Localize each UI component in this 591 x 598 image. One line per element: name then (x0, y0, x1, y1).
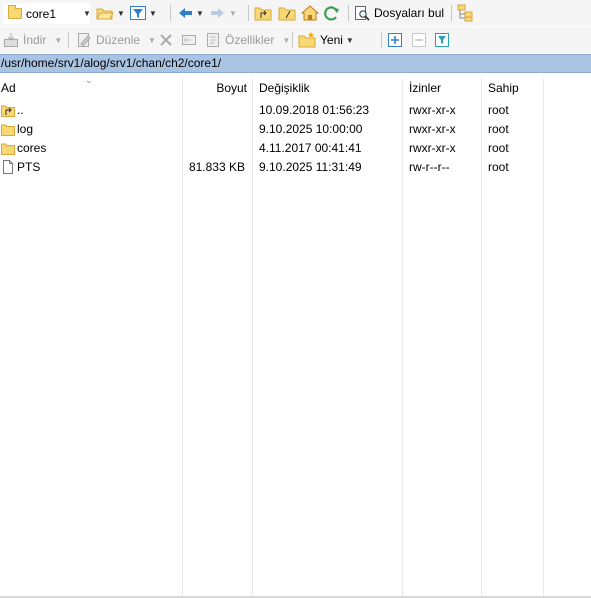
home-button[interactable] (301, 3, 319, 23)
find-files-button[interactable]: Dosyaları bul (354, 3, 444, 23)
table-row[interactable]: cores 4.11.2017 00:41:41 rwxr-xr-x root (0, 139, 591, 158)
edit-button[interactable]: Düzenle ▼ (76, 30, 156, 50)
row-owner: root (488, 103, 509, 117)
row-name: log (17, 122, 34, 136)
find-files-icon (355, 6, 370, 21)
row-name: .. (17, 103, 24, 117)
new-folder-icon (298, 32, 316, 48)
folder-icon (1, 141, 15, 155)
file-icon (1, 160, 15, 174)
refresh-button[interactable] (323, 3, 341, 23)
row-size (183, 120, 245, 139)
back-arrow-icon (179, 8, 192, 18)
row-name: cores (17, 141, 47, 155)
table-row[interactable]: PTS 81.833 KB 9.10.2025 11:31:49 rw-r--r… (0, 158, 591, 177)
row-modified: 9.10.2025 11:31:49 (259, 160, 362, 174)
collapse-button[interactable] (411, 30, 427, 50)
root-directory-button[interactable] (278, 3, 296, 23)
filter-icon (435, 33, 449, 47)
back-button[interactable]: ▼ (177, 3, 204, 23)
forward-arrow-icon (211, 8, 224, 18)
find-files-label: Dosyaları bul (374, 6, 445, 20)
action-toolbar: İndir ▼ Düzenle ▼ Özellikler ▼ Yeni ▼ (0, 27, 591, 53)
open-folder-icon (96, 8, 114, 20)
forward-button[interactable]: ▼ (210, 3, 237, 23)
filter-button[interactable]: ▼ (130, 3, 157, 23)
edit-icon (78, 33, 91, 47)
row-permissions: rwxr-xr-x (409, 103, 456, 117)
folder-combo[interactable]: core1 (3, 3, 90, 24)
parent-directory-button[interactable] (254, 3, 272, 23)
tree-view-button[interactable] (457, 3, 475, 23)
plus-icon (388, 33, 402, 47)
refresh-icon (324, 6, 339, 21)
rename-icon (182, 35, 196, 45)
filter-icon (130, 6, 146, 20)
download-label: İndir (23, 33, 47, 47)
row-owner: root (488, 160, 509, 174)
table-row[interactable]: .. 10.09.2018 01:56:23 rwxr-xr-x root (0, 101, 591, 120)
row-owner: root (488, 122, 509, 136)
delete-icon (160, 34, 172, 46)
header-name-label: Ad (1, 81, 16, 95)
folder-combo-value: core1 (26, 6, 57, 21)
sort-chevron-down-icon: ⌄ (85, 75, 93, 85)
new-label: Yeni (320, 33, 343, 47)
folder-icon (1, 122, 15, 136)
row-permissions: rw-r--r-- (409, 160, 450, 174)
table-row[interactable]: log 9.10.2025 10:00:00 rwxr-xr-x root (0, 120, 591, 139)
folder-icon (8, 5, 22, 19)
header-permissions[interactable]: İzinler (409, 78, 479, 98)
filter-apply-button[interactable] (434, 30, 450, 50)
header-size[interactable]: Boyut (183, 78, 247, 98)
parent-folder-icon (254, 7, 272, 21)
rename-button[interactable] (181, 30, 197, 50)
minus-icon (412, 33, 426, 47)
download-icon (4, 33, 18, 47)
root-folder-icon (278, 7, 296, 21)
expand-button[interactable] (387, 30, 403, 50)
folder-combo-dropdown[interactable]: ▼ (80, 3, 91, 23)
download-button[interactable]: İndir ▼ (3, 30, 62, 50)
open-folder-button[interactable]: ▼ (96, 3, 125, 23)
row-owner: root (488, 141, 509, 155)
properties-button[interactable]: Özellikler ▼ (205, 30, 290, 50)
row-size (183, 139, 245, 158)
row-modified: 4.11.2017 00:41:41 (259, 141, 362, 155)
row-modified: 9.10.2025 10:00:00 (259, 122, 363, 136)
row-size: 81.833 KB (188, 160, 245, 174)
home-icon (301, 5, 319, 21)
new-button[interactable]: Yeni ▼ (298, 30, 354, 50)
properties-icon (207, 33, 219, 47)
row-name: PTS (17, 160, 41, 174)
column-headers: Ad ⌄ Boyut Değişiklik İzinler Sahip (0, 75, 591, 98)
delete-button[interactable] (158, 30, 174, 50)
parent-folder-icon (1, 103, 15, 117)
header-modified[interactable]: Değişiklik (259, 78, 399, 98)
main-toolbar: core1 ▼ ▼ ▼ ▼ ▼ Dosyaları bul (0, 0, 591, 26)
row-size (183, 101, 245, 120)
tree-view-icon (457, 4, 473, 22)
header-owner[interactable]: Sahip (488, 78, 540, 98)
row-modified: 10.09.2018 01:56:23 (259, 103, 370, 117)
header-name[interactable]: Ad ⌄ (1, 75, 181, 98)
row-permissions: rwxr-xr-x (409, 141, 456, 155)
row-permissions: rwxr-xr-x (409, 122, 456, 136)
edit-label: Düzenle (96, 33, 141, 47)
properties-label: Özellikler (225, 33, 275, 47)
